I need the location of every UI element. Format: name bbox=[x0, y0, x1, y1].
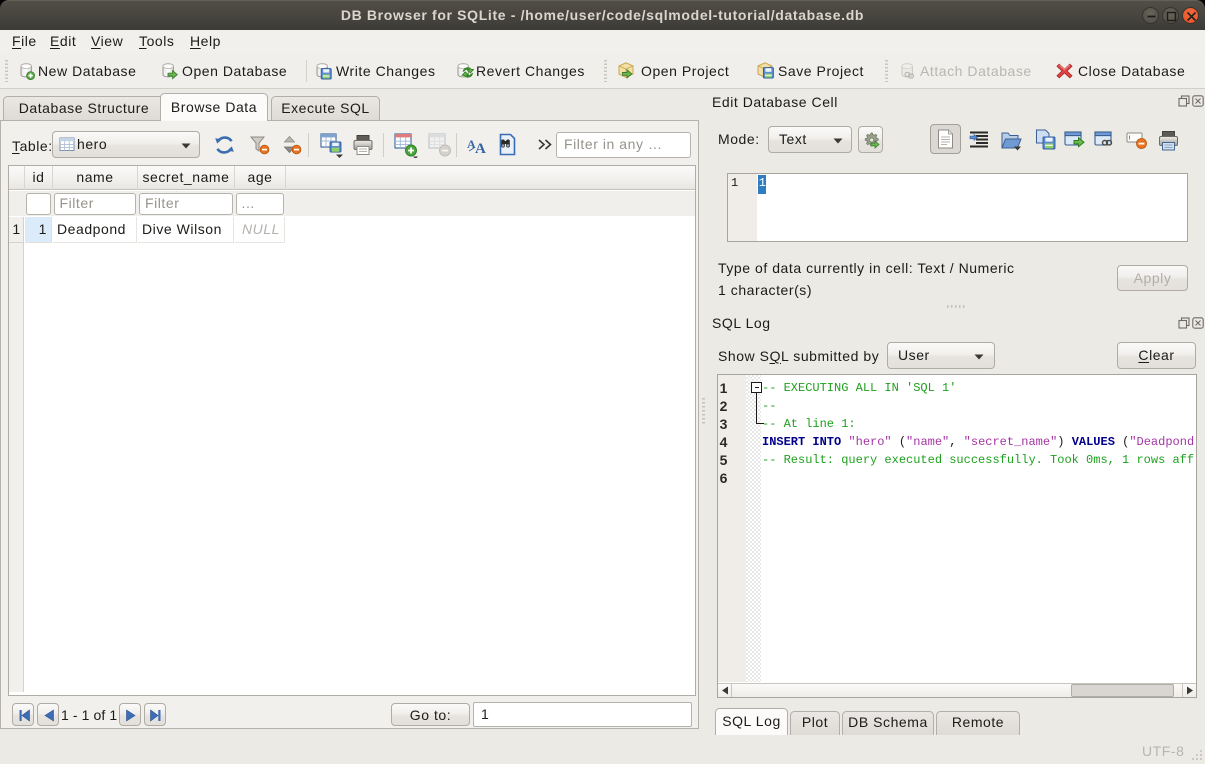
svg-text:A: A bbox=[475, 141, 486, 155]
